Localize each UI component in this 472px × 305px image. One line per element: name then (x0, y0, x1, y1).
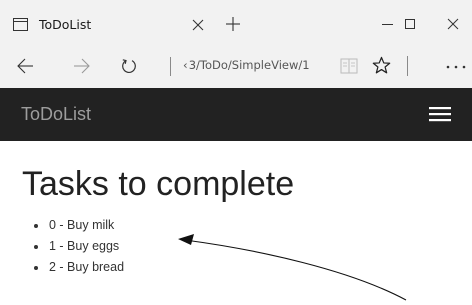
tab-title: ToDoList (39, 17, 92, 32)
address-bar: ‹ 3/ToDo/SimpleView/1 (0, 44, 472, 88)
maximize-icon[interactable] (403, 17, 417, 31)
forward-arrow-icon[interactable] (74, 58, 90, 74)
minimize-icon[interactable] (381, 17, 395, 31)
back-arrow-icon[interactable] (17, 58, 33, 74)
task-item: 0 - Buy milk (32, 215, 124, 236)
toolbar-separator (407, 56, 408, 76)
refresh-icon[interactable] (121, 58, 137, 74)
hamburger-menu-icon[interactable] (429, 105, 451, 123)
window-icon (13, 18, 28, 31)
brand-link[interactable]: ToDoList (21, 104, 91, 125)
task-item: 2 - Buy bread (32, 257, 124, 278)
window-close-icon[interactable] (446, 17, 460, 31)
task-list: 0 - Buy milk 1 - Buy eggs 2 - Buy bread (32, 215, 124, 278)
page-title: Tasks to complete (22, 165, 295, 203)
more-icon[interactable] (446, 65, 466, 69)
star-icon[interactable] (372, 56, 391, 75)
address-field[interactable]: ‹ 3/ToDo/SimpleView/1 (183, 58, 310, 72)
close-icon[interactable] (192, 19, 204, 31)
plus-icon[interactable] (226, 17, 240, 31)
task-item: 1 - Buy eggs (32, 236, 124, 257)
browser-tab[interactable]: ToDoList (0, 0, 213, 44)
app-navbar: ToDoList (0, 88, 472, 141)
tab-bar: ToDoList (0, 0, 472, 44)
address-separator (170, 57, 171, 76)
page-content: Tasks to complete 0 - Buy milk 1 - Buy e… (0, 141, 472, 305)
browser-window: ToDoList ‹ 3/ToDo/SimpleView/1 ToDoList … (0, 0, 472, 305)
reading-view-icon[interactable] (340, 57, 358, 75)
